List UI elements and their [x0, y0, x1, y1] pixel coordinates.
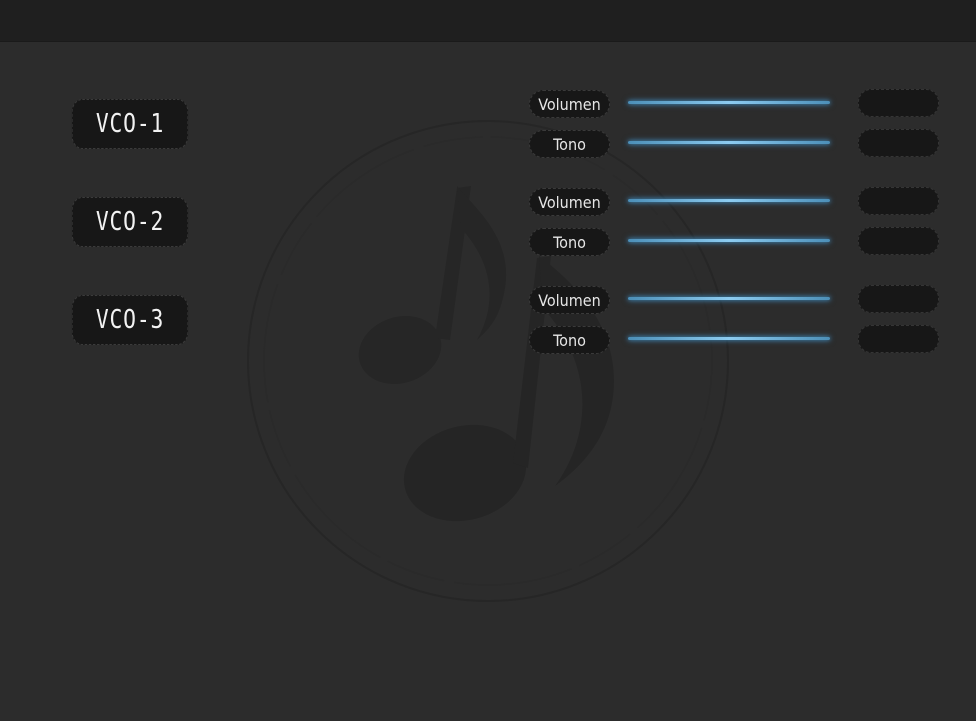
- vco-3-tone-value[interactable]: [858, 325, 939, 353]
- vco-3-tone-slider[interactable]: [628, 333, 830, 345]
- vco-2-tone-slider[interactable]: [628, 235, 830, 247]
- vco-1-volume-slider[interactable]: [628, 97, 830, 109]
- vco-1-button[interactable]: VCO-1: [71, 99, 189, 149]
- slider-track: [628, 141, 830, 144]
- vco-1-tone-label: Tono: [529, 130, 610, 158]
- slider-track: [628, 297, 830, 300]
- vco-3-button[interactable]: VCO-3: [71, 295, 189, 345]
- vco-2-tone-label: Tono: [529, 228, 610, 256]
- slider-track: [628, 337, 830, 340]
- vco-1-volume-label: Volumen: [529, 90, 610, 118]
- vco-2-button[interactable]: VCO-2: [71, 197, 189, 247]
- vco-1-volume-value[interactable]: [858, 89, 939, 117]
- vco-3-tone-label: Tono: [529, 326, 610, 354]
- title-bar: [0, 0, 976, 42]
- slider-track: [628, 239, 830, 242]
- vco-3-volume-value[interactable]: [858, 285, 939, 313]
- vco-2-tone-value[interactable]: [858, 227, 939, 255]
- slider-track: [628, 101, 830, 104]
- vco-2-volume-slider[interactable]: [628, 195, 830, 207]
- vco-1-tone-value[interactable]: [858, 129, 939, 157]
- vco-2-volume-value[interactable]: [858, 187, 939, 215]
- vco-1-tone-slider[interactable]: [628, 137, 830, 149]
- slider-track: [628, 199, 830, 202]
- vco-3-volume-slider[interactable]: [628, 293, 830, 305]
- vco-2-volume-label: Volumen: [529, 188, 610, 216]
- vco-3-volume-label: Volumen: [529, 286, 610, 314]
